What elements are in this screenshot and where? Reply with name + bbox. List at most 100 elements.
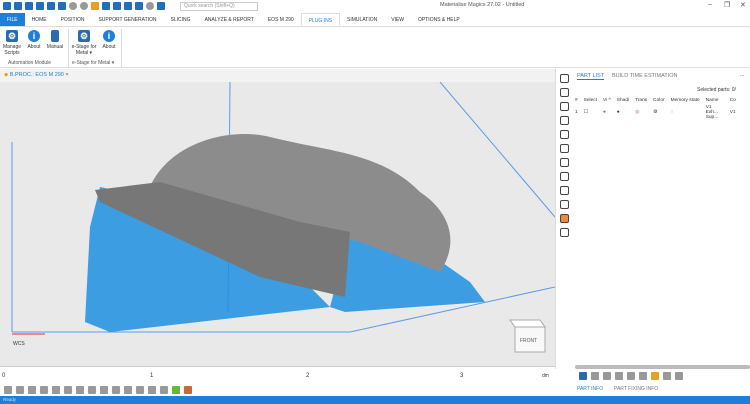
- wrench-icon[interactable]: [559, 88, 569, 97]
- ruler-tick: 2: [306, 373, 310, 379]
- platform-edge: [439, 81, 556, 218]
- ruler: 0 1 2 3 dm: [0, 366, 555, 384]
- quick-search-input[interactable]: Quick search (Shift+Q): [180, 2, 258, 11]
- tab-part-info[interactable]: PART INFO: [577, 386, 603, 392]
- platform-icon[interactable]: [91, 2, 99, 10]
- info-icon: i: [103, 30, 115, 42]
- part-icon[interactable]: [603, 372, 611, 380]
- table-row[interactable]: 1 ☐ ● ● ◍ ⚙ ○ V1 Exh... Sup... V1: [572, 104, 739, 121]
- camera-icon[interactable]: [76, 385, 84, 394]
- transparent-icon[interactable]: ◍: [632, 104, 650, 121]
- part-icon[interactable]: [663, 372, 671, 380]
- circle-icon[interactable]: [559, 116, 569, 125]
- restore-button[interactable]: ❐: [724, 1, 730, 9]
- color-scale-icon[interactable]: [559, 214, 569, 223]
- tab-eos-m290[interactable]: EOS M 290: [261, 13, 301, 26]
- close-tab-button[interactable]: ×: [65, 72, 68, 78]
- text-icon[interactable]: [559, 186, 569, 195]
- tab-simulation[interactable]: SIMULATION: [340, 13, 384, 26]
- zoom-window-icon[interactable]: [28, 385, 36, 394]
- file-icon[interactable]: [36, 2, 44, 10]
- search-icon[interactable]: [157, 2, 165, 10]
- color-icon[interactable]: ⚙: [650, 104, 667, 121]
- group-label: Automation Module: [8, 60, 52, 66]
- shaded-icon[interactable]: ●: [614, 104, 632, 121]
- undo-icon[interactable]: [135, 2, 143, 10]
- clip-icon[interactable]: [559, 200, 569, 209]
- tab-part-list[interactable]: PART LIST: [577, 73, 605, 80]
- divider: [68, 29, 69, 67]
- triangle-icon[interactable]: [172, 385, 180, 394]
- user-icon[interactable]: [3, 2, 11, 10]
- tab-home[interactable]: HOME: [25, 13, 54, 26]
- tab-slicing[interactable]: SLICING: [164, 13, 198, 26]
- part-icon[interactable]: [639, 372, 647, 380]
- close-button[interactable]: ✕: [740, 1, 746, 9]
- import-icon[interactable]: [25, 2, 33, 10]
- settings-icon[interactable]: [69, 2, 77, 10]
- angle-icon[interactable]: [559, 130, 569, 139]
- horizontal-scrollbar[interactable]: [575, 365, 750, 369]
- render-icon[interactable]: [88, 385, 96, 394]
- part-icon[interactable]: [615, 372, 623, 380]
- zoom-icon[interactable]: [4, 385, 12, 394]
- select-checkbox[interactable]: ☐: [581, 104, 600, 121]
- grid-icon[interactable]: [124, 2, 132, 10]
- grid-icon[interactable]: [113, 2, 121, 10]
- platform-icon[interactable]: [651, 372, 659, 380]
- render-icon[interactable]: [148, 385, 156, 394]
- folder-icon[interactable]: [58, 2, 66, 10]
- view-cube-icon[interactable]: [52, 385, 60, 394]
- layers-icon[interactable]: [559, 228, 569, 237]
- redo-icon[interactable]: [146, 2, 154, 10]
- triangle-icon[interactable]: [160, 385, 168, 394]
- tab-build-time[interactable]: BUILD TIME ESTIMATION: [612, 73, 678, 79]
- window-title: Materialise Magics 27.02 - Untitled: [440, 2, 525, 8]
- manual-button[interactable]: Manual: [44, 30, 66, 50]
- zoom-fit-icon[interactable]: [16, 385, 24, 394]
- page-icon[interactable]: [559, 172, 569, 181]
- zoom-selected-icon[interactable]: [40, 385, 48, 394]
- estage-button[interactable]: ⚙ e-Stage for Metal ▾: [70, 30, 98, 56]
- tab-view[interactable]: VIEW: [384, 13, 411, 26]
- list-icon[interactable]: [675, 372, 683, 380]
- view-icon[interactable]: [64, 385, 72, 394]
- 3d-viewport[interactable]: WCS FRONT: [0, 81, 556, 368]
- tab-options-help[interactable]: OPTIONS & HELP: [411, 13, 467, 26]
- save-icon[interactable]: [47, 2, 55, 10]
- tab-support-generation[interactable]: SUPPORT GENERATION: [91, 13, 163, 26]
- more-button[interactable]: ...: [740, 72, 745, 78]
- visible-icon[interactable]: ●: [600, 104, 614, 121]
- home-icon[interactable]: [14, 2, 22, 10]
- part-icon[interactable]: [627, 372, 635, 380]
- triangle-icon[interactable]: [184, 385, 192, 394]
- group-label: e-Stage for Metal ▾: [72, 60, 115, 66]
- render-icon[interactable]: [112, 385, 120, 394]
- tab-file[interactable]: FILE: [0, 13, 25, 26]
- tab-part-fixing-info[interactable]: PART FIXING INFO: [614, 386, 658, 392]
- grid-icon[interactable]: [102, 2, 110, 10]
- manual-icon: [51, 30, 59, 42]
- parts-icon[interactable]: [559, 74, 569, 83]
- minimize-button[interactable]: –: [708, 1, 712, 8]
- globe-icon[interactable]: [80, 2, 88, 10]
- manage-scripts-button[interactable]: ⚙ Manage Scripts: [2, 30, 22, 56]
- about-button[interactable]: i About: [24, 30, 44, 50]
- ribbon: ⚙ Manage Scripts i About Manual Automation…: [0, 27, 750, 68]
- ruler-tick: 1: [150, 373, 154, 379]
- tab-plug-ins[interactable]: PLUG INS: [300, 13, 341, 26]
- tab-position[interactable]: POSITION: [54, 13, 92, 26]
- mark-icon[interactable]: [559, 158, 569, 167]
- svg-text:FRONT: FRONT: [520, 338, 537, 344]
- tab-analyze-report[interactable]: ANALYZE & REPORT: [198, 13, 261, 26]
- render-icon[interactable]: [136, 385, 144, 394]
- part-icon[interactable]: [591, 372, 599, 380]
- about-estage-button[interactable]: i About: [99, 30, 119, 50]
- document-tab[interactable]: ◆ B.PROC.: EOS M 290 ×: [0, 69, 555, 82]
- render-icon[interactable]: [124, 385, 132, 394]
- point-icon[interactable]: [559, 144, 569, 153]
- viewcube[interactable]: FRONT: [509, 319, 546, 353]
- measure-icon[interactable]: [559, 102, 569, 111]
- render-icon[interactable]: [100, 385, 108, 394]
- part-icon[interactable]: [579, 372, 587, 380]
